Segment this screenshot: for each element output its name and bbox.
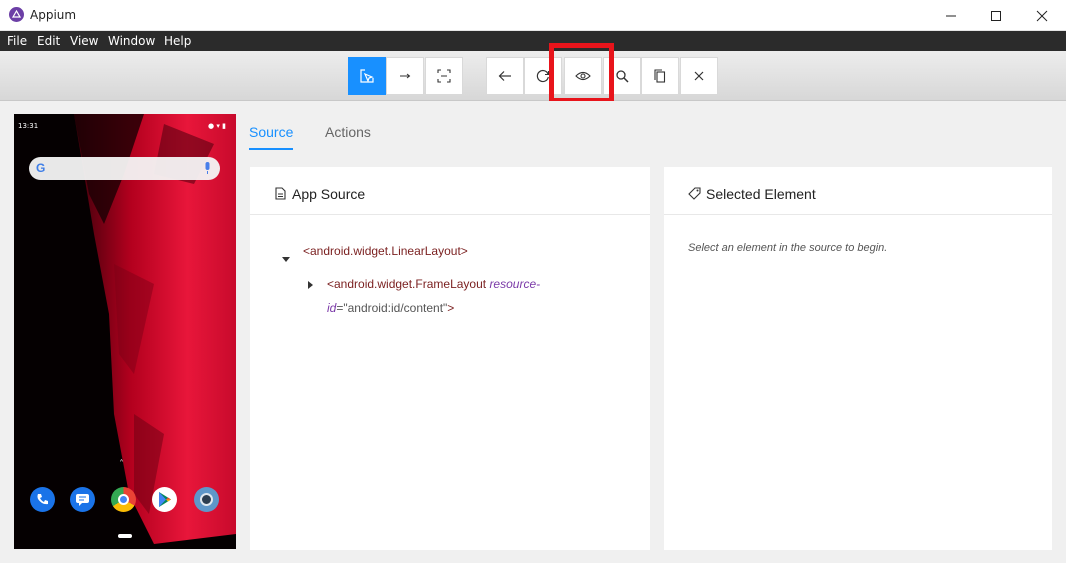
- menu-file[interactable]: File: [7, 34, 27, 48]
- tap-coordinates-button[interactable]: [425, 57, 463, 95]
- app-source-panel: App Source <android.widget.LinearLayout>…: [250, 167, 650, 550]
- tree-node-child-label[interactable]: <android.widget.FrameLayout resource- id…: [327, 272, 627, 320]
- tree-node-root-label[interactable]: <android.widget.LinearLayout>: [303, 244, 468, 258]
- tag-icon: [688, 187, 701, 200]
- caret-right-icon[interactable]: [308, 281, 313, 289]
- toolbar: [0, 51, 1066, 101]
- caret-down-icon[interactable]: [282, 257, 290, 263]
- child-attr-name-part1: resource-: [489, 277, 541, 291]
- search-icon: [616, 70, 629, 83]
- google-search-bar[interactable]: G: [29, 157, 220, 180]
- title-bar: Appium: [0, 0, 1066, 31]
- tree-node-child-toggle[interactable]: [308, 274, 313, 293]
- select-cursor-icon: [360, 69, 374, 83]
- arrow-left-icon: [498, 71, 511, 81]
- quit-session-button[interactable]: [680, 57, 718, 95]
- appium-logo-icon: [9, 7, 24, 22]
- play-store-app-icon[interactable]: [152, 487, 177, 512]
- copy-icon: [654, 69, 666, 83]
- tab-actions[interactable]: Actions: [325, 124, 371, 140]
- app-source-header: App Source: [250, 167, 650, 215]
- swipe-button[interactable]: [386, 57, 424, 95]
- child-tag-close: >: [447, 301, 455, 315]
- selected-element-title: Selected Element: [706, 186, 816, 202]
- status-time: 13:31: [18, 122, 39, 130]
- copy-xml-button[interactable]: [641, 57, 679, 95]
- crop-frame-icon: [437, 69, 451, 83]
- minimize-button[interactable]: [928, 0, 974, 31]
- close-window-button[interactable]: [1019, 0, 1065, 31]
- back-button[interactable]: [486, 57, 524, 95]
- select-element-button[interactable]: [348, 57, 386, 95]
- child-tag-open: <android.widget.FrameLayout: [327, 277, 490, 291]
- home-pill[interactable]: [118, 534, 132, 538]
- phone-app-icon[interactable]: [30, 487, 55, 512]
- menu-help[interactable]: Help: [164, 34, 191, 48]
- selected-element-placeholder: Select an element in the source to begin…: [688, 242, 888, 254]
- device-screenshot[interactable]: 13:31 ● ▾ ▮ G ˄: [14, 114, 236, 549]
- active-tab-indicator: [249, 148, 293, 150]
- swipe-arrow-icon: [400, 73, 411, 79]
- menu-edit[interactable]: Edit: [37, 34, 60, 48]
- close-icon: [694, 71, 704, 81]
- window-title: Appium: [30, 8, 77, 22]
- microphone-icon: [205, 162, 210, 174]
- tree-node-root[interactable]: [282, 248, 290, 267]
- google-g-icon: G: [36, 161, 46, 175]
- status-icons: ● ▾ ▮: [208, 122, 226, 130]
- child-attr-name-part2: id: [327, 301, 337, 315]
- messages-app-icon[interactable]: [70, 487, 95, 512]
- refresh-icon: [536, 69, 550, 83]
- inspector-content: 13:31 ● ▾ ▮ G ˄ Source Actions App Sourc…: [0, 101, 1066, 563]
- menu-bar: File Edit View Window Help: [0, 31, 1066, 51]
- app-drawer-chevron-icon[interactable]: ˄: [119, 459, 124, 470]
- camera-app-icon[interactable]: [194, 487, 219, 512]
- maximize-button[interactable]: [973, 0, 1019, 31]
- menu-view[interactable]: View: [70, 34, 98, 48]
- chrome-app-icon[interactable]: [111, 487, 136, 512]
- highlight-box: [549, 43, 614, 103]
- selected-element-header: Selected Element: [664, 167, 1052, 215]
- menu-window[interactable]: Window: [108, 34, 155, 48]
- file-icon: [275, 187, 286, 200]
- selected-element-panel: Selected Element Select an element in th…: [664, 167, 1052, 550]
- app-source-title: App Source: [292, 186, 366, 202]
- tab-source[interactable]: Source: [249, 124, 293, 140]
- child-attr-value: "android:id/content": [343, 301, 448, 315]
